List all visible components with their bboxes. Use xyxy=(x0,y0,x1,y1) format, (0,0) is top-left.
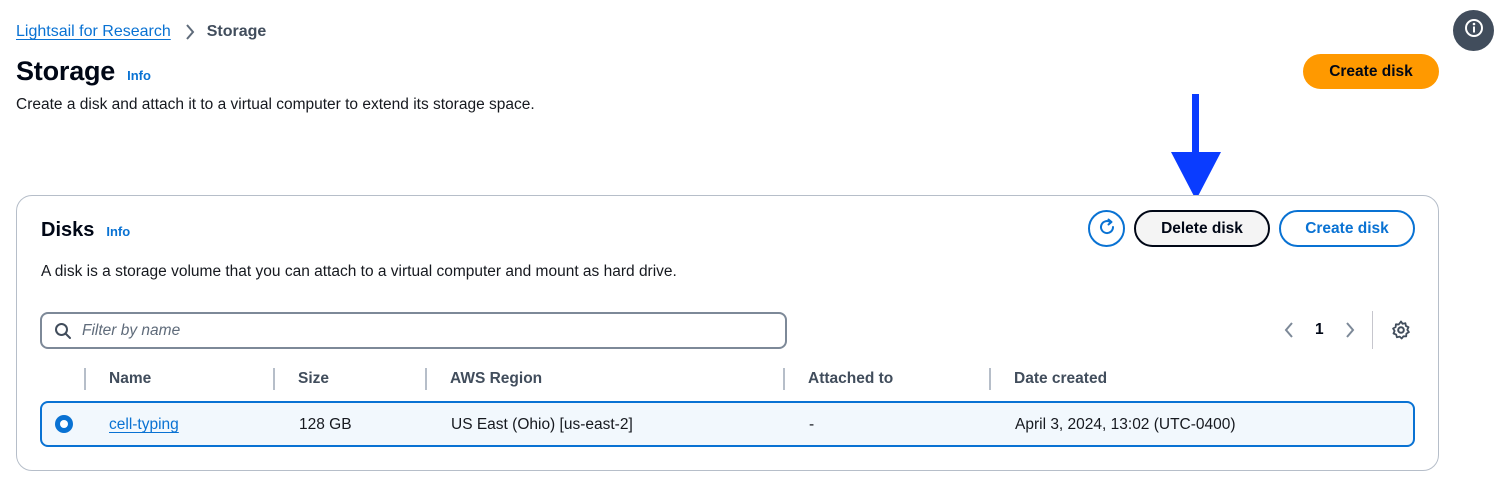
cell-attached: - xyxy=(809,416,815,433)
disks-container: Disks Info A disk is a storage volume th… xyxy=(16,195,1439,471)
breadcrumb-link-lightsail[interactable]: Lightsail for Research xyxy=(16,23,171,41)
column-header-name[interactable]: Name xyxy=(109,370,151,388)
column-header-size[interactable]: Size xyxy=(298,370,329,388)
page-description: Create a disk and attach it to a virtual… xyxy=(16,96,535,113)
column-header-attached[interactable]: Attached to xyxy=(808,370,893,388)
column-separator[interactable] xyxy=(783,368,785,390)
breadcrumb-current: Storage xyxy=(206,23,267,40)
table-row[interactable]: cell-typing 128 GB US East (Ohio) [us-ea… xyxy=(40,401,1415,447)
delete-disk-button[interactable]: Delete disk xyxy=(1134,210,1270,247)
column-separator xyxy=(84,368,86,390)
refresh-icon xyxy=(1097,217,1117,240)
column-separator[interactable] xyxy=(989,368,991,390)
disks-header: Disks Info xyxy=(41,219,130,242)
chevron-left-icon[interactable] xyxy=(1277,318,1301,342)
column-header-region[interactable]: AWS Region xyxy=(450,370,542,388)
disks-description: A disk is a storage volume that you can … xyxy=(41,263,677,280)
pagination-divider xyxy=(1371,311,1373,349)
row-radio-selected[interactable] xyxy=(55,415,73,433)
breadcrumb: Lightsail for Research Storage xyxy=(16,21,266,43)
cell-date: April 3, 2024, 13:02 (UTC-0400) xyxy=(1015,416,1236,433)
help-button[interactable] xyxy=(1453,10,1494,51)
disk-name-link[interactable]: cell-typing xyxy=(109,416,179,433)
storage-page: Lightsail for Research Storage Storage I… xyxy=(0,0,1500,484)
column-separator[interactable] xyxy=(273,368,275,390)
gear-icon[interactable] xyxy=(1389,318,1413,342)
page-info-link[interactable]: Info xyxy=(127,68,151,83)
pagination: 1 xyxy=(1277,311,1413,349)
column-separator[interactable] xyxy=(425,368,427,390)
info-circle-icon xyxy=(1464,18,1484,43)
page-number[interactable]: 1 xyxy=(1315,321,1324,339)
search-icon xyxy=(54,322,72,340)
disks-info-link[interactable]: Info xyxy=(106,224,130,239)
cell-size: 128 GB xyxy=(299,416,352,433)
table-header: Name Size AWS Region Attached to Date cr… xyxy=(40,366,1415,394)
create-disk-button-header[interactable]: Create disk xyxy=(1303,54,1439,89)
column-header-date[interactable]: Date created xyxy=(1014,370,1107,388)
create-disk-button[interactable]: Create disk xyxy=(1279,210,1415,247)
cell-name: cell-typing xyxy=(109,416,179,434)
refresh-button[interactable] xyxy=(1088,210,1125,247)
chevron-right-icon xyxy=(185,24,195,40)
filter-box xyxy=(40,312,787,349)
page-title: Storage xyxy=(16,56,116,86)
cell-region: US East (Ohio) [us-east-2] xyxy=(451,416,633,433)
chevron-right-icon[interactable] xyxy=(1338,318,1362,342)
filter-input[interactable] xyxy=(82,321,762,340)
annotation-arrow-icon xyxy=(1171,94,1221,200)
page-header: Storage Info xyxy=(16,56,151,87)
disks-title: Disks xyxy=(41,219,95,241)
